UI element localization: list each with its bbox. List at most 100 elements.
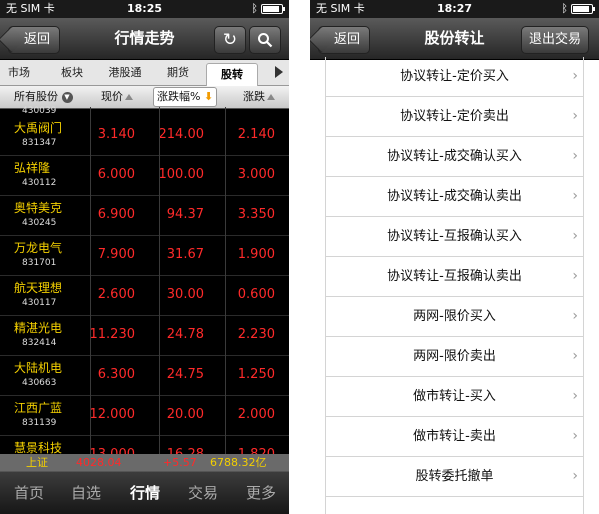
tab-market[interactable]: 市场 xyxy=(0,60,38,85)
chevron-right-icon: › xyxy=(572,68,578,84)
stock-change-pct: 214.00 xyxy=(158,127,205,142)
chevron-right-icon: › xyxy=(572,108,578,124)
stock-price: 6.000 xyxy=(97,167,135,182)
menu-item[interactable]: 协议转让-成交确认买入 › xyxy=(325,137,584,177)
tab-home[interactable]: 首页 xyxy=(5,472,53,514)
index-name: 上证 xyxy=(26,456,48,469)
bottom-tab-bar: 首页 自选 行情 交易 更多 xyxy=(0,471,289,514)
exit-trading-button[interactable]: 退出交易 xyxy=(520,26,589,54)
tab-more[interactable]: 更多 xyxy=(237,472,285,514)
menu-item[interactable]: 两网-限价买入 › xyxy=(325,297,584,337)
tab-watchlist[interactable]: 自选 xyxy=(62,472,110,514)
stock-price: 2.600 xyxy=(97,287,135,302)
bluetooth-icon: ᛒ xyxy=(561,2,568,15)
sort-change[interactable]: 涨跌 xyxy=(243,86,275,108)
tab-scroll-arrow-icon[interactable] xyxy=(275,66,283,78)
stock-row[interactable]: 慧景科技83207413.00016.281.820 xyxy=(0,436,289,454)
stock-change: 1.820 xyxy=(238,447,275,454)
tab-trade[interactable]: 交易 xyxy=(179,472,227,514)
stock-code: 430245 xyxy=(22,218,57,228)
menu-item[interactable]: 两网-限价卖出 › xyxy=(325,337,584,377)
chevron-right-icon: › xyxy=(572,188,578,204)
stock-row[interactable]: 江西广蓝 831139 12.000 20.00 2.000 xyxy=(0,396,289,436)
menu-item-label: 股转委托撤单 xyxy=(415,469,494,484)
chevron-right-icon: › xyxy=(572,428,578,444)
search-button[interactable] xyxy=(249,26,281,54)
tab-hk-connect[interactable]: 港股通 xyxy=(100,60,150,85)
stock-row[interactable]: 大陆机电 430663 6.300 24.75 1.250 xyxy=(0,356,289,396)
partial-row-code: 430039 xyxy=(22,106,57,116)
menu-item[interactable]: 协议转让-互报确认买入 › xyxy=(325,217,584,257)
stock-change: 2.230 xyxy=(237,327,275,342)
stock-change: 1.900 xyxy=(237,247,275,262)
menu-item-label: 做市转让-买入 xyxy=(413,389,496,404)
stock-change: 3.350 xyxy=(237,207,275,222)
stock-list: 大禹阀门 831347 3.140 214.00 2.140 弘祥隆 430112 6.000… xyxy=(0,116,289,454)
stock-price: 3.140 xyxy=(97,127,135,142)
stock-change-pct: 30.00 xyxy=(166,287,204,302)
bluetooth-icon: ᛒ xyxy=(251,2,258,15)
tab-futures[interactable]: 期货 xyxy=(156,60,200,85)
menu-item-label: 协议转让-互报确认卖出 xyxy=(387,269,522,284)
status-bar: 无 SIM 卡 18:27 ᛒ xyxy=(310,0,599,18)
stock-row[interactable]: 大禹阀门 831347 3.140 214.00 2.140 xyxy=(0,116,289,156)
tab-sector[interactable]: 板块 xyxy=(50,60,94,85)
menu-item[interactable]: 做市转让-卖出 › xyxy=(325,417,584,457)
menu-item[interactable]: 股转委托撤单 › xyxy=(325,457,584,497)
stock-change: 2.000 xyxy=(237,407,275,422)
refresh-icon: ↻ xyxy=(222,30,238,50)
share-transfer-screen: 无 SIM 卡 18:27 ᛒ 返回 股份转让 退出交易 协议转让-定价买入 › 协… xyxy=(310,0,599,514)
stock-row[interactable]: 弘祥隆 430112 6.000 100.00 3.000 xyxy=(0,156,289,196)
index-bar[interactable]: 上证 4028.04 +5.57 6788.32亿 xyxy=(0,454,289,471)
stock-row[interactable]: 万龙电气 831701 7.900 31.67 1.900 xyxy=(0,236,289,276)
sort-change-pct[interactable]: 涨跌幅% ⬇ xyxy=(153,87,218,107)
stock-change-pct: 24.78 xyxy=(166,327,204,342)
menu-item[interactable]: 协议转让-互报确认卖出 › xyxy=(325,257,584,297)
chevron-right-icon: › xyxy=(572,268,578,284)
stock-change-pct: 20.00 xyxy=(166,407,204,422)
stock-name: 弘祥隆 xyxy=(14,161,51,175)
stock-name: 万龙电气 xyxy=(14,241,63,255)
menu-item-label: 协议转让-成交确认卖出 xyxy=(387,189,522,204)
stock-row[interactable]: 航天理想 430117 2.600 30.00 0.600 xyxy=(0,276,289,316)
menu-item-label: 两网-限价买入 xyxy=(413,309,496,324)
chevron-right-icon: › xyxy=(572,228,578,244)
stock-row[interactable]: 奥特美克 430245 6.900 94.37 3.350 xyxy=(0,196,289,236)
stock-code: 831701 xyxy=(22,258,57,268)
filter-all-shares[interactable]: 所有股份 ▼ xyxy=(14,86,73,108)
stock-code: 430112 xyxy=(22,178,57,188)
chevron-right-icon: › xyxy=(572,308,578,324)
tab-quotes[interactable]: 行情 xyxy=(121,472,169,514)
menu-item[interactable]: 协议转让-定价买入 › xyxy=(325,57,584,97)
menu-item-label: 协议转让-互报确认买入 xyxy=(387,229,522,244)
stock-row[interactable]: 精湛光电 832414 11.230 24.78 2.230 xyxy=(0,316,289,356)
stock-name: 航天理想 xyxy=(14,281,63,295)
tab-neeq[interactable]: 股转 xyxy=(206,63,258,86)
chevron-down-icon: ▼ xyxy=(61,91,73,103)
market-tabs: 市场 板块 港股通 期货 股转 xyxy=(0,60,289,86)
status-bar: 无 SIM 卡 18:25 ᛒ xyxy=(0,0,289,18)
stock-code: 832414 xyxy=(22,338,57,348)
market-screen: 无 SIM 卡 18:25 ᛒ 返回 行情走势 ↻ 市场 板块 港股通 期货 股… xyxy=(0,0,289,514)
stock-name: 精湛光电 xyxy=(14,321,63,335)
sort-price[interactable]: 现价 xyxy=(101,86,133,108)
stock-change: 3.000 xyxy=(237,167,275,182)
stock-price: 7.900 xyxy=(97,247,135,262)
menu-item[interactable]: 做市转让-买入 › xyxy=(325,377,584,417)
refresh-button[interactable]: ↻ xyxy=(214,26,246,54)
chevron-right-icon: › xyxy=(572,348,578,364)
chevron-right-icon: › xyxy=(572,148,578,164)
index-change: +5.57 xyxy=(163,456,197,469)
stock-name: 慧景科技 xyxy=(14,441,63,454)
battery-icon xyxy=(261,4,285,14)
menu-item[interactable]: 协议转让-定价卖出 › xyxy=(325,97,584,137)
index-value: 4028.04 xyxy=(76,456,122,469)
stock-change: 1.250 xyxy=(237,367,275,382)
status-time: 18:25 xyxy=(126,2,162,15)
sort-arrow-icon xyxy=(267,94,275,100)
column-divider xyxy=(159,107,160,454)
menu-item[interactable]: 协议转让-成交确认卖出 › xyxy=(325,177,584,217)
status-time: 18:27 xyxy=(436,2,472,15)
stock-price: 12.000 xyxy=(89,407,136,422)
menu-item-label: 两网-限价卖出 xyxy=(413,349,496,364)
